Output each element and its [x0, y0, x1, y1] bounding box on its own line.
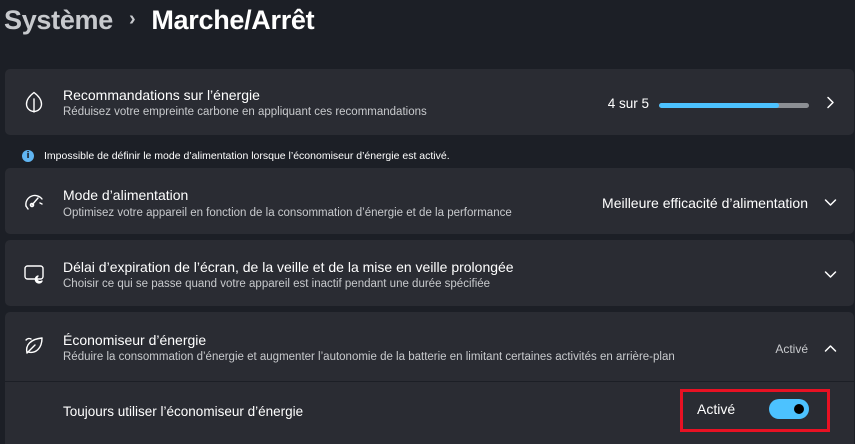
breadcrumb: Système › Marche/Arrêt — [4, 2, 315, 38]
power-mode-card[interactable]: Mode d’alimentation Optimisez votre appa… — [5, 168, 854, 234]
chevron-right-icon[interactable] — [823, 95, 837, 109]
power-mode-subtitle: Optimisez votre appareil en fonction de … — [63, 207, 512, 219]
breadcrumb-systeme-link[interactable]: Système — [4, 5, 113, 36]
chevron-down-icon[interactable] — [823, 267, 837, 281]
power-mode-dropdown[interactable]: Meilleure efficacité d’alimentation — [602, 195, 808, 211]
always-use-energy-saver-label: Toujours utiliser l’économiseur d’énergi… — [63, 404, 304, 419]
screen-sleep-icon — [22, 262, 46, 286]
toggle-state-label: Activé — [697, 401, 736, 417]
leaf-icon — [22, 90, 46, 114]
energy-saver-card[interactable]: Économiseur d’énergie Réduire la consomm… — [5, 312, 854, 381]
energy-saver-title: Économiseur d’énergie — [63, 332, 207, 348]
page-title: Marche/Arrêt — [151, 4, 315, 35]
energy-recommendations-subtitle: Réduisez votre empreinte carbone en appl… — [63, 106, 427, 118]
screen-timeout-subtitle: Choisir ce qui se passe quand votre appa… — [63, 278, 491, 290]
energy-saver-leaf-icon — [22, 334, 46, 358]
power-mode-title: Mode d’alimentation — [63, 187, 189, 203]
chevron-up-icon[interactable] — [823, 341, 837, 355]
recommendations-progress-fill — [659, 103, 779, 108]
power-settings-page: Système › Marche/Arrêt Recommandations s… — [0, 0, 855, 444]
always-use-energy-saver-toggle[interactable] — [769, 399, 809, 419]
info-message-text: Impossible de définir le mode d’alimenta… — [44, 150, 450, 162]
energy-recommendations-card[interactable]: Recommandations sur l’énergie Réduisez v… — [5, 69, 854, 135]
energy-saver-status: Activé — [775, 342, 808, 356]
recommendations-progress-bar — [659, 103, 809, 108]
toggle-knob — [794, 404, 804, 414]
chevron-down-icon[interactable] — [823, 195, 837, 209]
screen-timeout-title: Délai d’expiration de l’écran, de la vei… — [63, 259, 514, 275]
info-icon: i — [22, 150, 34, 162]
breadcrumb-separator-icon: › — [128, 7, 136, 30]
gauge-icon — [22, 189, 46, 213]
energy-recommendations-title: Recommandations sur l’énergie — [63, 87, 260, 103]
screen-timeout-card[interactable]: Délai d’expiration de l’écran, de la vei… — [5, 240, 854, 306]
energy-saver-subtitle: Réduire la consommation d’énergie et aug… — [63, 351, 675, 363]
power-mode-info-message: i Impossible de définir le mode d’alimen… — [22, 149, 450, 163]
recommendations-progress-text: 4 sur 5 — [607, 96, 649, 111]
